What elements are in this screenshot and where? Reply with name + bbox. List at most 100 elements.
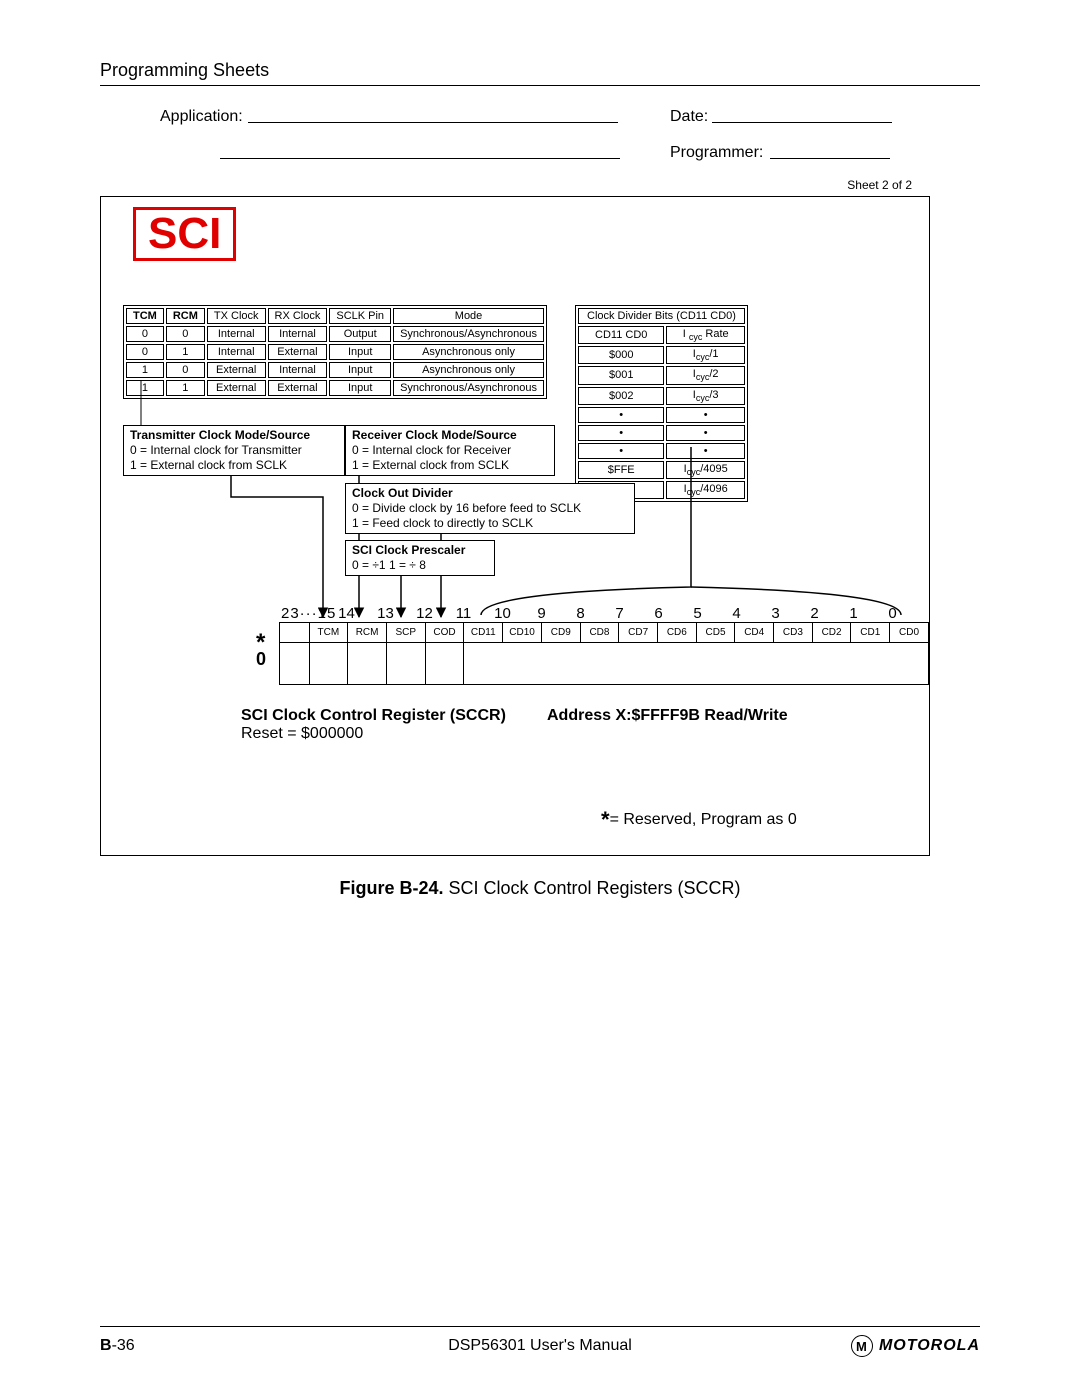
reg-field: SCP: [386, 623, 425, 643]
bitnum: 2: [795, 605, 834, 622]
bitnum: 10: [483, 605, 522, 622]
reg-field: CD9: [541, 623, 580, 643]
reg-field: CD11: [464, 623, 503, 643]
cell: •: [578, 425, 664, 441]
box-line: 1 = External clock from SCLK: [130, 458, 338, 473]
bitnum: 5: [678, 605, 717, 622]
divider: [100, 85, 980, 86]
reg-field: RCM: [348, 623, 387, 643]
reg-blank: [309, 643, 348, 685]
bitnum: 9: [522, 605, 561, 622]
reg-field: CD3: [774, 623, 813, 643]
cell: External: [268, 380, 328, 396]
reg-blank: [386, 643, 425, 685]
manual-title: DSP56301 User's Manual: [100, 1337, 980, 1355]
motorola-brand: M MOTOROLA: [851, 1335, 980, 1357]
reg-blank: [425, 643, 464, 685]
reg-field: COD: [425, 623, 464, 643]
cell: External: [268, 344, 328, 360]
register-title: SCI Clock Control Register (SCCR): [241, 707, 506, 725]
box-line: 1 = Feed clock to directly to SCLK: [352, 516, 628, 531]
cell: •: [578, 407, 664, 423]
application-line-2: [220, 158, 620, 159]
register-address: Address X:$FFFF9B Read/Write: [547, 707, 788, 725]
cell: Internal: [207, 326, 266, 342]
application-label: Application:: [160, 108, 243, 126]
brand-text: MOTOROLA: [879, 1337, 980, 1355]
reg-field: CD6: [658, 623, 697, 643]
cell: Icyc/4095: [666, 461, 745, 479]
box-title: Receiver Clock Mode/Source: [352, 428, 548, 443]
bitnum: 23···15: [279, 605, 327, 622]
mode-table: TCM RCM TX Clock RX Clock SCLK Pin Mode …: [123, 305, 547, 399]
cell: 0: [166, 362, 205, 378]
cell: External: [207, 362, 266, 378]
cell: •: [666, 425, 745, 441]
bitnum: 3: [756, 605, 795, 622]
box-title: Clock Out Divider: [352, 486, 628, 501]
bitnum: 6: [639, 605, 678, 622]
cell: 1: [166, 380, 205, 396]
cell: $FFE: [578, 461, 664, 479]
reg-field: TCM: [309, 623, 348, 643]
cell: $002: [578, 387, 664, 405]
receiver-clock-box: Receiver Clock Mode/Source 0 = Internal …: [345, 425, 555, 476]
motorola-logo-icon: M: [851, 1335, 873, 1357]
reg-field: CD4: [735, 623, 774, 643]
cell: Icyc/1: [666, 346, 745, 364]
transmitter-clock-box: Transmitter Clock Mode/Source 0 = Intern…: [123, 425, 345, 476]
cell: •: [666, 407, 745, 423]
cell: Input: [329, 344, 391, 360]
bitnum: 0: [873, 605, 912, 622]
cell: Icyc/4096: [666, 481, 745, 499]
clock-divider-table: Clock Divider Bits (CD11 CD0) CD11 CD0I …: [575, 305, 748, 502]
cell: Icyc/2: [666, 366, 745, 384]
cell: Input: [329, 362, 391, 378]
programmer-line: [770, 158, 890, 159]
reg-blank: [280, 643, 310, 685]
cell: Internal: [207, 344, 266, 360]
box-line: 0 = Internal clock for Transmitter: [130, 443, 338, 458]
reg-field: CD1: [851, 623, 890, 643]
reg-blank: [348, 643, 387, 685]
reg-field: CD8: [580, 623, 619, 643]
date-label: Date:: [670, 108, 708, 126]
reg-field: [280, 623, 310, 643]
mode-th: TX Clock: [207, 308, 266, 324]
reg-field: CD7: [619, 623, 658, 643]
cell: 0: [126, 326, 164, 342]
reg-blank: [464, 643, 929, 685]
bitnum: 7: [600, 605, 639, 622]
register-diagram: 23···15 14 13 12 11 10 9 8 7 6 5 4 3 2 1…: [279, 605, 929, 685]
diagram-frame: SCI TCM RCM: [100, 196, 930, 856]
cell: •: [578, 443, 664, 459]
sci-clock-prescaler-box: SCI Clock Prescaler 0 = ÷1 1 = ÷ 8: [345, 540, 495, 576]
cell: $000: [578, 346, 664, 364]
cell: 1: [126, 362, 164, 378]
mode-th: Mode: [393, 308, 544, 324]
bitnum: 14: [327, 605, 366, 622]
figure-caption: Figure B-24. SCI Clock Control Registers…: [0, 878, 1080, 899]
register-reset: Reset = $000000: [241, 725, 363, 743]
mode-th: TCM: [126, 308, 164, 324]
mode-th: RX Clock: [268, 308, 328, 324]
cell: 0: [166, 326, 205, 342]
cell: External: [207, 380, 266, 396]
reg-field: CD10: [503, 623, 542, 643]
cell: Asynchronous only: [393, 344, 544, 360]
bitnum: 12: [405, 605, 444, 622]
bitnum: 11: [444, 605, 483, 622]
box-title: Transmitter Clock Mode/Source: [130, 428, 338, 443]
mode-th: RCM: [166, 308, 205, 324]
reg-field: CD5: [696, 623, 735, 643]
cell: $001: [578, 366, 664, 384]
box-line: 0 = ÷1 1 = ÷ 8: [352, 558, 488, 573]
sheet-meta: Sheet 2 of 2: [847, 178, 912, 192]
cell: Icyc/3: [666, 387, 745, 405]
cell: Internal: [268, 362, 328, 378]
box-line: 1 = External clock from SCLK: [352, 458, 548, 473]
div-sub: I cyc Rate: [666, 326, 745, 344]
reserved-note: *= Reserved, Program as 0: [601, 807, 797, 833]
application-line-1: [248, 122, 618, 123]
programmer-label: Programmer:: [670, 144, 763, 162]
